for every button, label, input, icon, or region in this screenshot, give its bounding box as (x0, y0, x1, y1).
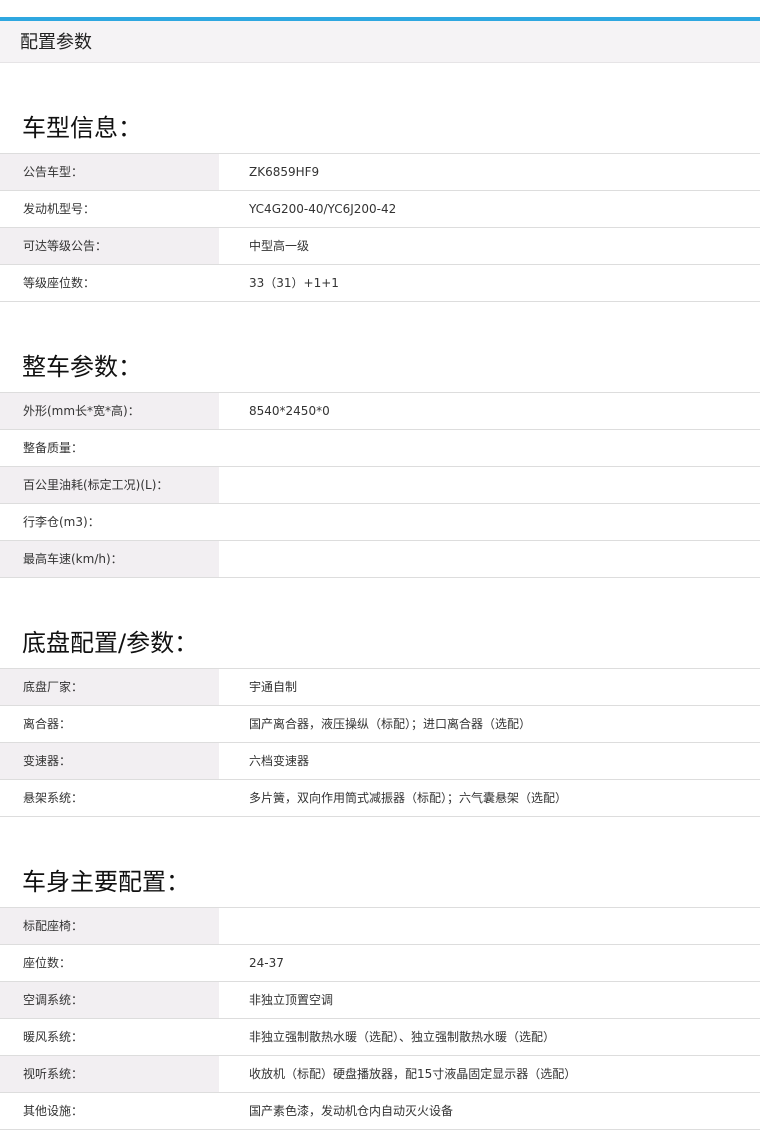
spec-label: 其他设施： (23, 1104, 84, 1118)
spec-label: 暖风系统： (23, 1030, 84, 1044)
spec-label: 空调系统： (0, 982, 219, 1018)
spec-label: 最高车速(km/h)： (0, 541, 219, 577)
section-title-chassis: 底盘配置/参数： (22, 629, 199, 657)
spec-value: 非独立顶置空调 (249, 993, 334, 1007)
spec-value (219, 908, 760, 944)
spec-value: 8540*2450*0 (249, 404, 330, 418)
table-row: 其他设施： 国产素色漆，发动机仓内自动灭火设备 (0, 1093, 760, 1130)
spec-label: 百公里油耗(标定工况)(L)： (0, 467, 219, 503)
table-row: 整备质量： (0, 430, 760, 467)
table-row: 暖风系统： 非独立强制散热水暖（选配）、独立强制散热水暖（选配） (0, 1019, 760, 1056)
spec-label: 标配座椅： (0, 908, 219, 944)
page-title: 配置参数 (20, 32, 92, 53)
table-row: 外形(mm长*宽*高)： 8540*2450*0 (0, 393, 760, 430)
spec-label: 视听系统： (0, 1056, 219, 1092)
spec-label: 底盘厂家： (0, 669, 219, 705)
spec-value: 33（31）+1+1 (249, 276, 339, 290)
table-row: 百公里油耗(标定工况)(L)： (0, 467, 760, 504)
spec-table-vehicle-info: 公告车型： ZK6859HF9 发动机型号： YC4G200-40/YC6J20… (0, 153, 760, 302)
spec-value (219, 467, 760, 503)
spec-value (219, 504, 760, 540)
spec-value (219, 541, 760, 577)
spec-table-vehicle-params: 外形(mm长*宽*高)： 8540*2450*0 整备质量： 百公里油耗(标定工… (0, 392, 760, 578)
spec-table-body-config: 标配座椅： 座位数： 24-37 空调系统： 非独立顶置空调 暖风系统： 非独立… (0, 907, 760, 1130)
page-header: 配置参数 (0, 17, 760, 63)
table-row: 空调系统： 非独立顶置空调 (0, 982, 760, 1019)
table-row: 座位数： 24-37 (0, 945, 760, 982)
spec-value: 中型高一级 (249, 239, 310, 253)
spec-label: 外形(mm长*宽*高)： (0, 393, 219, 429)
section-title-vehicle-params: 整车参数： (22, 353, 142, 381)
spec-value: 非独立强制散热水暖（选配）、独立强制散热水暖（选配） (249, 1030, 556, 1044)
table-row: 变速器： 六档变速器 (0, 743, 760, 780)
spec-label: 可达等级公告： (0, 228, 219, 264)
spec-value: 多片簧，双向作用筒式减振器（标配）；六气囊悬架（选配） (249, 791, 568, 805)
spec-label: 行李仓(m3)： (23, 515, 100, 529)
spec-value: 收放机（标配）硬盘播放器，配15寸液晶固定显示器（选配） (249, 1067, 577, 1081)
table-row: 等级座位数： 33（31）+1+1 (0, 265, 760, 302)
section-title-body-config: 车身主要配置： (22, 868, 190, 896)
table-row: 悬架系统： 多片簧，双向作用筒式减振器（标配）；六气囊悬架（选配） (0, 780, 760, 817)
spec-value: ZK6859HF9 (249, 165, 320, 179)
table-row: 可达等级公告： 中型高一级 (0, 228, 760, 265)
spec-label: 公告车型： (0, 154, 219, 190)
spec-label: 变速器： (0, 743, 219, 779)
table-row: 公告车型： ZK6859HF9 (0, 154, 760, 191)
spec-label: 悬架系统： (23, 791, 84, 805)
spec-value: YC4G200-40/YC6J200-42 (249, 202, 397, 216)
spec-value (219, 430, 760, 466)
spec-value: 六档变速器 (249, 754, 310, 768)
table-row: 底盘厂家： 宇通自制 (0, 669, 760, 706)
table-row: 最高车速(km/h)： (0, 541, 760, 578)
spec-value: 国产素色漆，发动机仓内自动灭火设备 (249, 1104, 454, 1118)
section-title-vehicle-info: 车型信息： (22, 114, 142, 142)
table-row: 行李仓(m3)： (0, 504, 760, 541)
table-row: 标配座椅： (0, 908, 760, 945)
spec-value: 国产离合器，液压操纵（标配）；进口离合器（选配） (249, 717, 532, 731)
spec-label: 整备质量： (23, 441, 84, 455)
spec-value: 宇通自制 (249, 680, 298, 694)
spec-value: 24-37 (249, 956, 284, 970)
table-row: 离合器： 国产离合器，液压操纵（标配）；进口离合器（选配） (0, 706, 760, 743)
spec-label: 离合器： (23, 717, 72, 731)
spec-label: 等级座位数： (23, 276, 96, 290)
spec-label: 发动机型号： (23, 202, 96, 216)
spec-table-chassis: 底盘厂家： 宇通自制 离合器： 国产离合器，液压操纵（标配）；进口离合器（选配）… (0, 668, 760, 817)
table-row: 发动机型号： YC4G200-40/YC6J200-42 (0, 191, 760, 228)
spec-label: 座位数： (23, 956, 72, 970)
table-row: 视听系统： 收放机（标配）硬盘播放器，配15寸液晶固定显示器（选配） (0, 1056, 760, 1093)
